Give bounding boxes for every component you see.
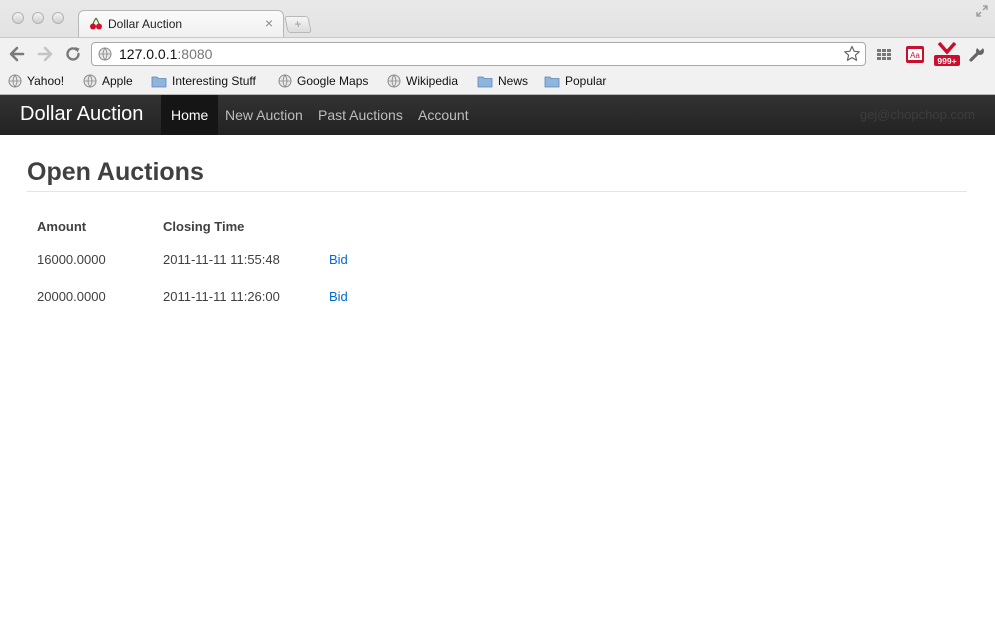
top-navbar: Dollar Auction Home New Auction Past Auc… [0, 95, 995, 135]
wrench-icon[interactable] [967, 44, 987, 64]
bookmark-label: Yahoo! [27, 74, 65, 88]
bookmark-label: Wikipedia [406, 74, 459, 88]
url-host: 127.0.0.1 [119, 46, 178, 62]
bookmark-news[interactable]: News [477, 74, 528, 88]
tab-strip: Dollar Auction × + [0, 0, 995, 37]
forward-arrow-icon[interactable] [35, 44, 55, 64]
bookmark-google-maps[interactable]: Google Maps [278, 74, 368, 88]
mail-checker-extension-icon[interactable]: 999+ [934, 41, 960, 67]
close-window-button[interactable] [12, 12, 24, 24]
brand-logo[interactable]: Dollar Auction [20, 103, 143, 126]
dictionary-extension-icon[interactable]: Aa [905, 44, 925, 64]
nav-account[interactable]: Account [408, 95, 479, 135]
folder-icon [151, 76, 167, 88]
back-arrow-icon[interactable] [7, 44, 27, 64]
bookmark-popular[interactable]: Popular [544, 74, 606, 88]
amount-cell: 20000.0000 [37, 289, 106, 304]
globe-icon [278, 74, 292, 88]
page-title: Open Auctions [27, 158, 204, 186]
column-header-amount: Amount [37, 219, 87, 234]
bookmark-label: Interesting Stuff [172, 74, 256, 88]
bookmark-wikipedia[interactable]: Wikipedia [387, 74, 458, 88]
zoom-window-button[interactable] [52, 12, 64, 24]
globe-icon [8, 74, 22, 88]
user-email: gej@chopchop.com [859, 107, 975, 122]
closing-time-cell: 2011-11-11 11:55:48 [163, 252, 280, 267]
url-port: :8080 [177, 46, 213, 62]
cherry-icon [90, 17, 102, 30]
bid-link[interactable]: Bid [329, 289, 348, 304]
extension-badge: 999+ [937, 56, 956, 66]
amount-cell: 16000.0000 [37, 252, 106, 267]
globe-icon [98, 47, 112, 61]
closing-time-cell: 2011-11-11 11:26:00 [163, 289, 280, 304]
new-tab-button[interactable]: + [284, 16, 312, 33]
nav-home[interactable]: Home [161, 95, 219, 135]
reload-icon[interactable] [63, 44, 83, 64]
bookmark-label: Popular [565, 74, 607, 88]
browser-tab[interactable]: Dollar Auction × [78, 10, 284, 37]
bookmarks-bar: Yahoo! Apple Interesting Stuff Google Ma… [0, 69, 995, 95]
title-divider [27, 191, 967, 192]
globe-icon [83, 74, 97, 88]
dictionary-label: Aa [910, 51, 920, 60]
globe-icon [387, 74, 401, 88]
minimize-window-button[interactable] [32, 12, 44, 24]
column-header-closing-time: Closing Time [163, 219, 245, 234]
bookmark-yahoo[interactable]: Yahoo! [8, 74, 64, 88]
bid-link[interactable]: Bid [329, 252, 348, 267]
tab-close-icon[interactable]: × [265, 15, 273, 31]
bookmark-label: News [498, 74, 529, 88]
folder-icon [477, 76, 493, 88]
folder-icon [544, 76, 560, 88]
address-bar[interactable]: 127.0.0.1:8080 [91, 42, 866, 66]
nav-new-auction[interactable]: New Auction [215, 95, 313, 135]
bookmark-label: Apple [102, 74, 133, 88]
browser-chrome: Dollar Auction × + 127.0.0.1:8080 Aa 999… [0, 0, 995, 95]
nav-past-auctions[interactable]: Past Auctions [308, 95, 413, 135]
fullscreen-icon[interactable] [975, 4, 989, 18]
browser-toolbar: 127.0.0.1:8080 Aa 999+ [0, 37, 995, 69]
apps-grid-icon[interactable] [874, 44, 894, 64]
bookmark-interesting-stuff[interactable]: Interesting Stuff [151, 74, 256, 88]
bookmark-star-icon[interactable] [843, 45, 861, 63]
bookmark-apple[interactable]: Apple [83, 74, 133, 88]
bookmark-label: Google Maps [297, 74, 369, 88]
tab-title: Dollar Auction [108, 17, 183, 31]
url-text: 127.0.0.1:8080 [119, 46, 212, 62]
